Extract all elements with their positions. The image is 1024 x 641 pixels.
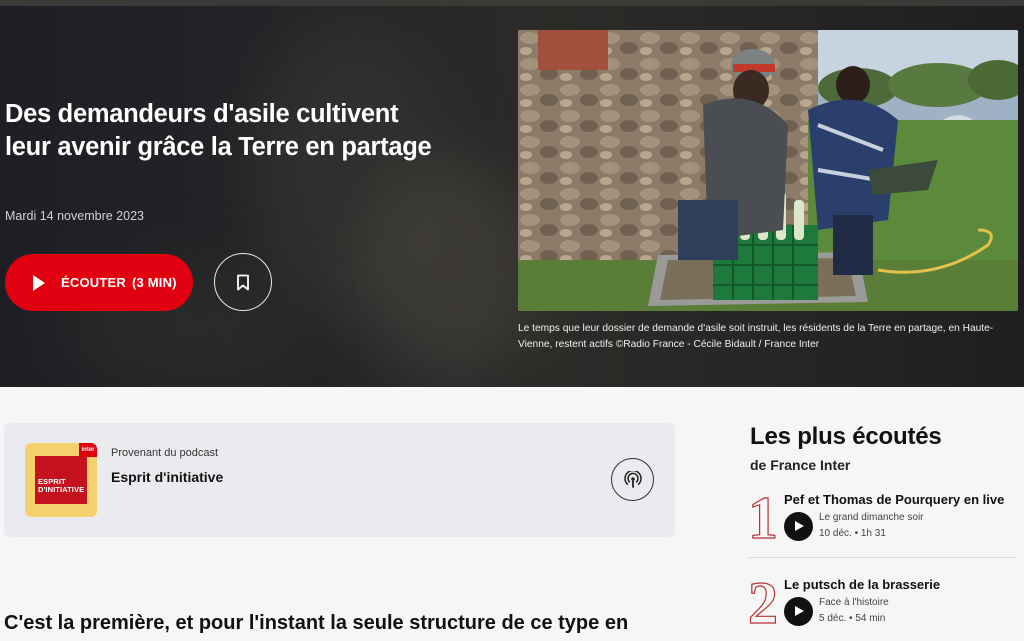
cover-title: ESPRIT D'INITIATIVE — [38, 478, 84, 494]
podcast-cover[interactable]: inter ESPRIT D'INITIATIVE — [25, 443, 97, 517]
episode-meta: 10 déc. • 1h 31 — [819, 528, 886, 539]
episode-show[interactable]: Le grand dimanche soir — [819, 512, 924, 523]
podcast-name-link[interactable]: Esprit d'initiative — [111, 469, 223, 485]
article-photo — [518, 30, 1018, 311]
listen-duration: (3 MIN) — [131, 275, 177, 290]
ranked-episode[interactable]: 1 Pef et Thomas de Pourquery en live Le … — [747, 485, 1018, 556]
photo-caption: Le temps que leur dossier de demande d'a… — [518, 323, 994, 350]
episode-title[interactable]: Le putsch de la brasserie — [784, 577, 940, 592]
hero-section: Des demandeurs d'asile cultivent leur av… — [0, 0, 1024, 387]
article-date: Mardi 14 novembre 2023 — [5, 209, 144, 223]
episode-play-button[interactable] — [784, 597, 813, 626]
ranked-episode[interactable]: 2 Le putsch de la brasserie Face à l'his… — [747, 570, 1018, 641]
rank-number: 1 — [747, 485, 778, 551]
podcast-subscribe-button[interactable] — [611, 458, 654, 501]
listen-button[interactable]: ÉCOUTER (3 MIN) — [5, 254, 193, 311]
episode-title[interactable]: Pef et Thomas de Pourquery en live — [784, 492, 1004, 507]
hero-top-strip — [0, 0, 1024, 6]
bookmark-button[interactable] — [214, 253, 272, 311]
article-body-start: C'est la première, et pour l'instant la … — [4, 612, 629, 634]
bookmark-icon — [237, 274, 249, 290]
hero-background-blur — [360, 160, 540, 380]
list-divider — [748, 557, 1016, 558]
podcast-icon — [623, 470, 642, 488]
episode-play-button[interactable] — [784, 512, 813, 541]
most-listened-title: Les plus écoutés — [750, 423, 942, 450]
listen-label: ÉCOUTER — [61, 275, 126, 290]
episode-duration: 54 min — [855, 613, 886, 624]
podcast-from-label: Provenant du podcast — [111, 447, 219, 459]
episode-date: 5 déc. — [819, 613, 847, 624]
episode-duration: 1h 31 — [860, 528, 886, 539]
cover-line2: D'INITIATIVE — [38, 485, 85, 494]
episode-date: 10 déc. — [819, 528, 852, 539]
most-listened-subtitle: de France Inter — [750, 457, 851, 473]
article-title: Des demandeurs d'asile cultivent leur av… — [5, 100, 432, 161]
podcast-card[interactable]: inter ESPRIT D'INITIATIVE Provenant du p… — [4, 423, 675, 537]
episode-meta: 5 déc. • 54 min — [819, 613, 885, 624]
play-icon — [33, 274, 45, 291]
cover-badge: inter — [79, 443, 97, 457]
rank-number: 2 — [747, 570, 778, 636]
episode-show[interactable]: Face à l'histoire — [819, 597, 889, 608]
